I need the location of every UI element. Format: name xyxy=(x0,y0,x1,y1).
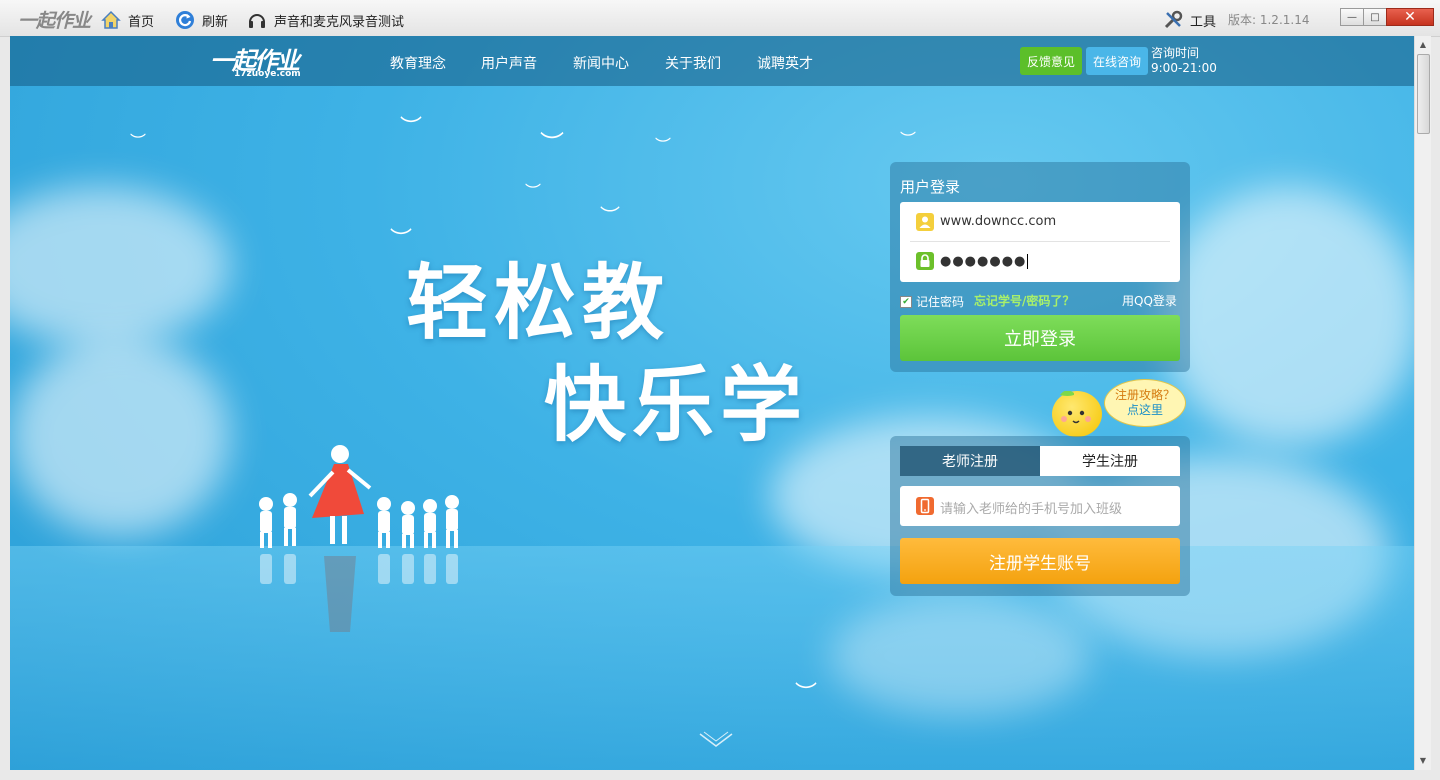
home-label: 首页 xyxy=(128,14,155,30)
nav-user-voice[interactable]: 用户声音 xyxy=(481,53,537,73)
username-input[interactable]: www.downcc.com xyxy=(940,214,1056,229)
web-viewport: ︶ ︶ ︶ ︶ ︶ ︶ ︶ ︶ ︶ 一起作业 17zuoye.com 教育理念 … xyxy=(10,36,1414,770)
bubble-line-1: 注册攻略？ xyxy=(1114,388,1175,402)
app-logo: 一起作业 xyxy=(18,10,91,32)
lock-icon xyxy=(916,252,934,270)
scroll-up-arrow[interactable]: ▲ xyxy=(1415,36,1431,52)
bird-icon: ︶ xyxy=(130,132,147,151)
cloud-decoration xyxy=(830,596,1090,716)
house-icon xyxy=(100,9,122,31)
nav-about-us[interactable]: 关于我们 xyxy=(665,53,721,73)
bubble-line-2: 点这里 xyxy=(1126,403,1163,417)
tab-teacher-register[interactable]: 老师注册 xyxy=(900,446,1040,476)
refresh-label: 刷新 xyxy=(202,14,229,30)
forgot-password-link[interactable]: 忘记学号/密码了？ xyxy=(974,292,1074,309)
tab-student-register[interactable]: 学生注册 xyxy=(1040,446,1180,476)
audio-test-label: 声音和麦克风录音测试 xyxy=(274,14,405,30)
login-fields: www.downcc.com ●●●●●●● xyxy=(900,202,1180,282)
scrollbar-thumb[interactable] xyxy=(1417,54,1430,134)
app-titlebar: 一起作业 首页 刷新 声音和麦克风录音测试 工具 版本: 1.2.1.14 — … xyxy=(0,0,1440,37)
window-controls: — □ ✕ xyxy=(1340,8,1434,26)
cloud-decoration xyxy=(10,336,230,536)
mascot-icon xyxy=(1052,390,1102,437)
teacher-children-illustration xyxy=(259,445,459,632)
qq-login-link[interactable]: 用QQ登录 xyxy=(1122,292,1177,309)
consult-time-hours: 9:00-21:00 xyxy=(1151,61,1217,75)
slogan-line-2: 快乐学 xyxy=(544,358,809,453)
tools-button[interactable]: 工具 xyxy=(1162,9,1216,31)
consult-time: 咨询时间 9:00-21:00 xyxy=(1151,46,1217,76)
register-student-button[interactable]: 注册学生账号 xyxy=(900,538,1180,584)
nav-education-philosophy[interactable]: 教育理念 xyxy=(390,53,446,73)
field-divider xyxy=(910,241,1170,242)
bird-icon: ︶ xyxy=(600,204,620,228)
online-consult-button[interactable]: 在线咨询 xyxy=(1086,47,1148,75)
nav-careers[interactable]: 诚聘英才 xyxy=(757,53,813,73)
site-logo-domain: 17zuoye.com xyxy=(234,69,301,79)
bird-icon: ︶ xyxy=(795,682,818,707)
minimize-button[interactable]: — xyxy=(1340,8,1364,26)
login-title: 用户登录 xyxy=(900,178,961,196)
version-text: 版本: 1.2.1.14 xyxy=(1228,13,1310,27)
vertical-scrollbar[interactable]: ▲ ▼ xyxy=(1414,36,1431,770)
audio-test-button[interactable]: 声音和麦克风录音测试 xyxy=(246,9,404,31)
bird-icon: ︶ xyxy=(400,116,423,141)
remember-password[interactable]: ✔ 记住密码 xyxy=(900,293,964,310)
site-header: 一起作业 17zuoye.com 教育理念 用户声音 新闻中心 关于我们 诚聘英… xyxy=(10,36,1414,86)
feedback-button[interactable]: 反馈意见 xyxy=(1020,47,1082,75)
close-button[interactable]: ✕ xyxy=(1386,8,1434,26)
remember-label: 记住密码 xyxy=(916,295,965,309)
bird-icon: ︶ xyxy=(655,136,672,155)
phone-input-placeholder: 请输入老师给的手机号加入班级 xyxy=(940,502,1123,517)
wrench-icon xyxy=(1162,9,1184,31)
home-button[interactable]: 首页 xyxy=(100,9,154,31)
bird-icon: ︶ xyxy=(540,130,564,158)
tools-label: 工具 xyxy=(1190,14,1217,30)
headphone-icon xyxy=(246,9,268,31)
registration-guide-bubble[interactable]: 注册攻略？ 点这里 xyxy=(1104,379,1186,427)
consult-time-title: 咨询时间 xyxy=(1151,46,1200,60)
refresh-button[interactable]: 刷新 xyxy=(174,9,228,31)
cloud-decoration xyxy=(10,186,230,346)
phone-field[interactable]: 请输入老师给的手机号加入班级 xyxy=(900,486,1180,526)
bird-icon: ︶ xyxy=(900,130,917,149)
chevron-down-icon[interactable] xyxy=(698,730,734,755)
scroll-down-arrow[interactable]: ▼ xyxy=(1415,752,1431,768)
phone-icon xyxy=(916,497,934,515)
nav-news-center[interactable]: 新闻中心 xyxy=(573,53,629,73)
password-input[interactable]: ●●●●●●● xyxy=(940,254,1029,269)
maximize-button[interactable]: □ xyxy=(1363,8,1387,26)
bird-icon: ︶ xyxy=(525,182,542,201)
refresh-icon xyxy=(174,9,196,31)
user-icon xyxy=(916,213,934,231)
remember-checkbox[interactable]: ✔ xyxy=(900,295,912,308)
cloud-decoration xyxy=(1160,186,1414,446)
login-button[interactable]: 立即登录 xyxy=(900,315,1180,361)
